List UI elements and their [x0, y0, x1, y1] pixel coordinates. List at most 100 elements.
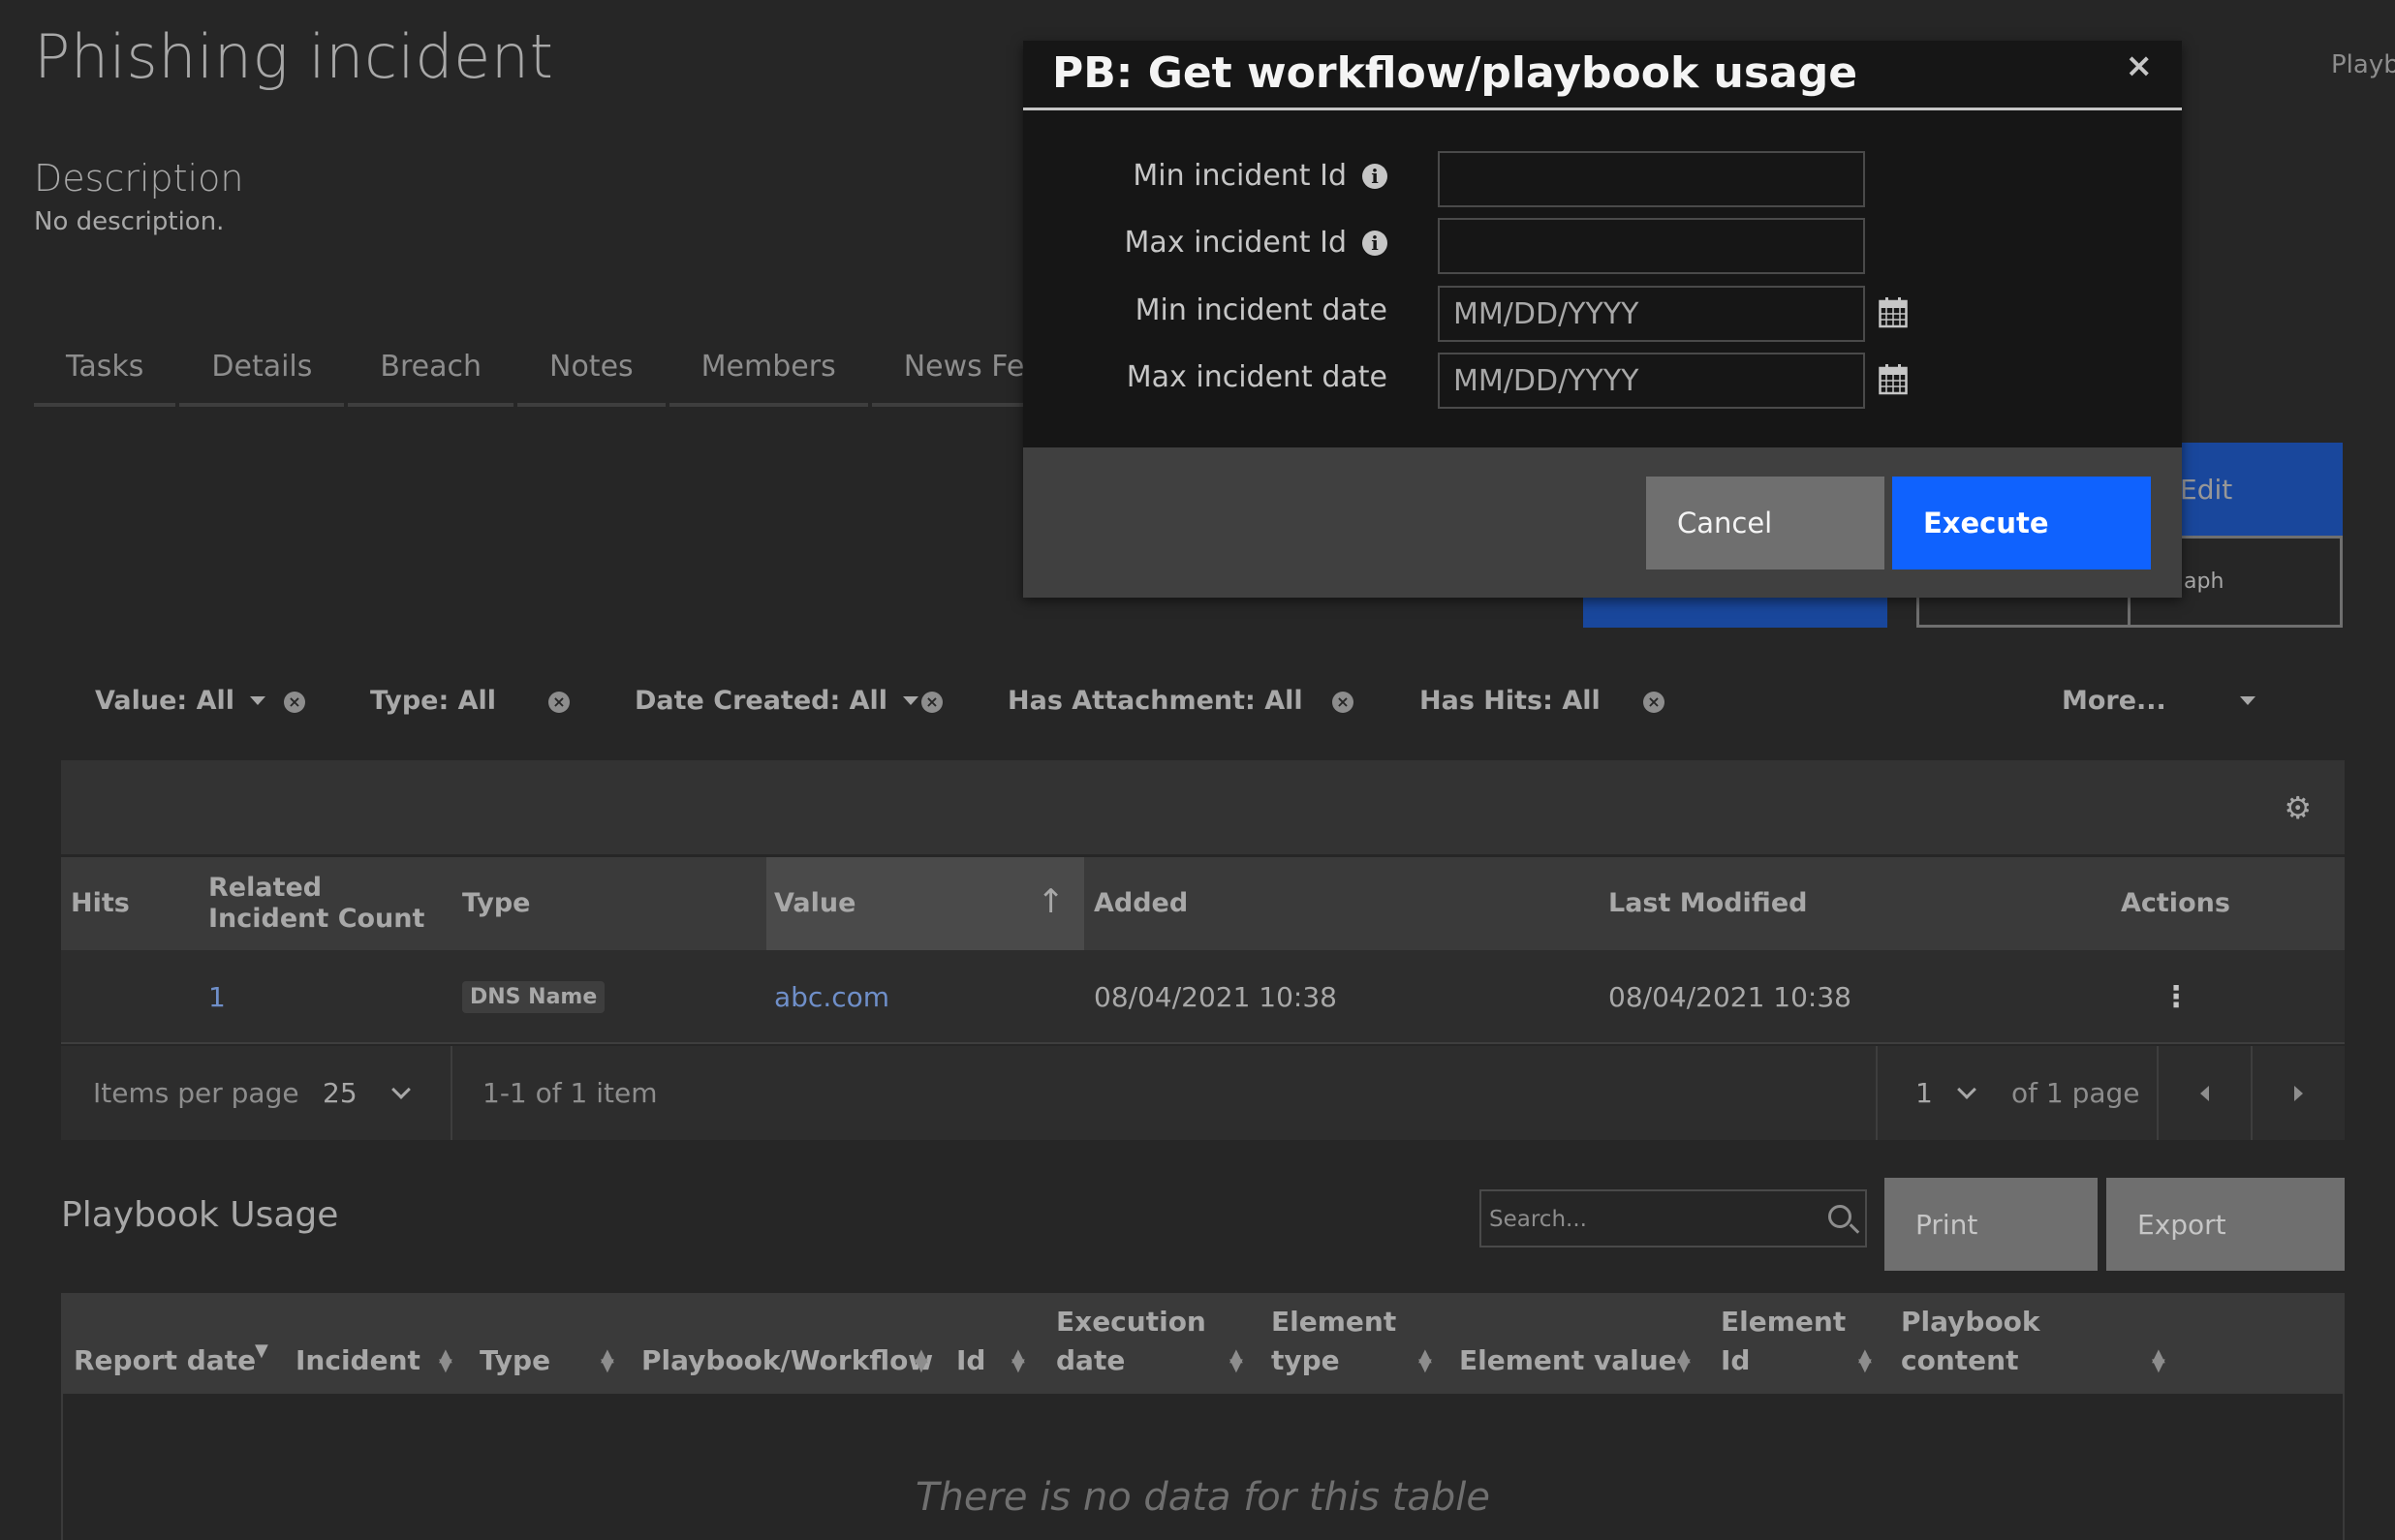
print-button[interactable]: Print — [1884, 1178, 2098, 1271]
sort-icon[interactable]: ▲ ▼ — [915, 1293, 928, 1394]
pager-divider — [451, 1046, 452, 1140]
edit-button[interactable]: Edit — [2170, 443, 2343, 536]
info-icon[interactable]: i — [1362, 230, 1387, 256]
column-header-incident[interactable]: Incident — [295, 1293, 441, 1394]
related-count-link[interactable]: 1 — [208, 950, 226, 1044]
clear-filter-icon[interactable]: × — [1332, 692, 1353, 713]
form-row-min-date: Min incident date — [1023, 286, 2182, 342]
max-incident-id-input[interactable] — [1438, 218, 1865, 274]
filter-type[interactable]: Type: All — [370, 686, 496, 716]
sort-icon[interactable]: ▲ ▼ — [1677, 1293, 1691, 1394]
column-header-element-id[interactable]: Element Id — [1721, 1293, 1856, 1394]
items-per-page-value: 25 — [323, 1077, 358, 1109]
filter-type-label: Type: All — [370, 686, 497, 716]
caret-down-icon[interactable]: ▼ — [255, 1293, 284, 1394]
page-select[interactable]: 1 — [1915, 1046, 2012, 1140]
filter-more[interactable]: More... — [2062, 686, 2255, 716]
clear-filter-icon[interactable]: × — [284, 692, 305, 713]
pager-divider — [1876, 1046, 1878, 1140]
column-header-execution-date[interactable]: Execution date — [1056, 1293, 1211, 1394]
column-header-playbook-workflow[interactable]: Playbook/Workflow — [641, 1293, 933, 1394]
form-row-min-id: Min incident Id i — [1023, 151, 2182, 207]
tab-tasks[interactable]: Tasks — [34, 344, 176, 407]
pagination: Items per page 25 1-1 of 1 item 1 of 1 p… — [61, 1046, 2345, 1140]
page-title: Phishing incident — [34, 21, 554, 92]
column-header-value[interactable]: Value ↑ — [766, 857, 1084, 950]
sort-icon[interactable]: ▲ ▼ — [439, 1293, 452, 1394]
caret-right-icon — [2294, 1085, 2303, 1101]
column-header-type[interactable]: Type — [480, 1293, 596, 1394]
table-row: 1 DNS Name abc.com 08/04/2021 10:38 08/0… — [61, 950, 2345, 1044]
chevron-down-icon — [390, 1079, 411, 1099]
type-cell: DNS Name — [462, 950, 606, 1044]
clear-filter-icon[interactable]: × — [1643, 692, 1664, 713]
sort-icon[interactable]: ▲ ▼ — [1418, 1293, 1432, 1394]
playbooks-link[interactable]: Playb — [2331, 50, 2395, 79]
filter-has-attachment[interactable]: Has Attachment: All — [1008, 686, 1303, 716]
filter-has-hits[interactable]: Has Hits: All — [1419, 686, 1601, 716]
min-incident-date-input[interactable] — [1438, 286, 1865, 342]
overflow-menu-icon[interactable]: ⋮ — [2162, 950, 2191, 1044]
close-icon[interactable]: × — [2126, 46, 2154, 85]
filter-date-created-label: Date Created: All — [635, 686, 888, 716]
column-header-last-modified[interactable]: Last Modified — [1608, 857, 1899, 950]
calendar-icon[interactable] — [1879, 297, 1908, 328]
chevron-down-icon — [2239, 696, 2255, 705]
search-icon[interactable] — [1828, 1205, 1851, 1228]
column-header-added[interactable]: Added — [1094, 857, 1384, 950]
chevron-down-icon — [903, 696, 919, 705]
column-header-type[interactable]: Type — [462, 857, 656, 950]
tab-members[interactable]: Members — [669, 344, 868, 407]
cancel-button[interactable]: Cancel — [1646, 477, 1884, 570]
column-header-element-value[interactable]: Element value — [1459, 1293, 1692, 1394]
items-per-page-select[interactable]: 25 — [323, 1046, 478, 1140]
column-header-related-count[interactable]: Related Incident Count — [208, 857, 441, 950]
incident-tabs: Tasks Details Breach Notes Members News … — [34, 344, 1041, 407]
filter-more-label: More... — [2062, 686, 2166, 716]
next-page-button[interactable] — [2253, 1046, 2345, 1140]
calendar-icon[interactable] — [1879, 364, 1908, 395]
tab-breach[interactable]: Breach — [348, 344, 514, 407]
modal-title: PB: Get workflow/playbook usage — [1052, 48, 1858, 98]
column-header-element-type[interactable]: Element type — [1271, 1293, 1416, 1394]
column-header-playbook-content[interactable]: Playbook content — [1901, 1293, 2153, 1394]
tab-news-feed[interactable]: News Fee — [871, 344, 1037, 407]
column-header-hits[interactable]: Hits — [71, 857, 206, 950]
max-incident-date-input[interactable] — [1438, 353, 1865, 409]
column-header-value-label: Value — [774, 888, 856, 918]
execute-button[interactable]: Execute — [1892, 477, 2151, 570]
filter-value[interactable]: Value: All — [95, 686, 266, 716]
filter-has-hits-label: Has Hits: All — [1419, 686, 1601, 716]
description-heading: Description — [34, 157, 244, 200]
playbook-usage-search — [1479, 1189, 1867, 1247]
clear-filter-icon[interactable]: × — [548, 692, 570, 713]
search-input[interactable] — [1489, 1201, 1799, 1238]
sort-icon[interactable]: ▲ ▼ — [601, 1293, 614, 1394]
info-icon[interactable]: i — [1362, 163, 1387, 189]
form-row-max-id: Max incident Id i — [1023, 218, 2182, 274]
clear-filter-icon[interactable]: × — [921, 692, 943, 713]
empty-table-message: There is no data for this table — [916, 1475, 1490, 1520]
column-header-id[interactable]: Id — [956, 1293, 1014, 1394]
sort-icon[interactable]: ▲ ▼ — [2152, 1293, 2165, 1394]
export-button[interactable]: Export — [2106, 1178, 2345, 1271]
value-link[interactable]: abc.com — [774, 950, 889, 1044]
filter-date-created[interactable]: Date Created: All — [635, 686, 919, 716]
table-toolbar: ⚙ — [61, 760, 2345, 854]
chevron-down-icon — [1956, 1079, 1976, 1099]
column-header-report-date[interactable]: Report date — [74, 1293, 258, 1394]
sort-icon[interactable]: ▲ ▼ — [1229, 1293, 1243, 1394]
sort-icon[interactable]: ▲ ▼ — [1858, 1293, 1872, 1394]
previous-page-button[interactable] — [2159, 1046, 2251, 1140]
gear-icon[interactable]: ⚙ — [2284, 789, 2312, 826]
modal-header: PB: Get workflow/playbook usage × — [1023, 41, 2182, 110]
modal-footer: Cancel Execute — [1023, 447, 2182, 598]
min-incident-id-input[interactable] — [1438, 151, 1865, 207]
sort-icon[interactable]: ▲ ▼ — [1011, 1293, 1025, 1394]
tab-notes[interactable]: Notes — [517, 344, 666, 407]
artifact-filter-bar: Value: All × Type: All × Date Created: A… — [60, 686, 2308, 724]
item-range-text: 1-1 of 1 item — [482, 1077, 658, 1109]
field-label: Max incident date — [1126, 360, 1387, 394]
primary-action-button[interactable] — [1583, 596, 1887, 628]
tab-details[interactable]: Details — [179, 344, 345, 407]
